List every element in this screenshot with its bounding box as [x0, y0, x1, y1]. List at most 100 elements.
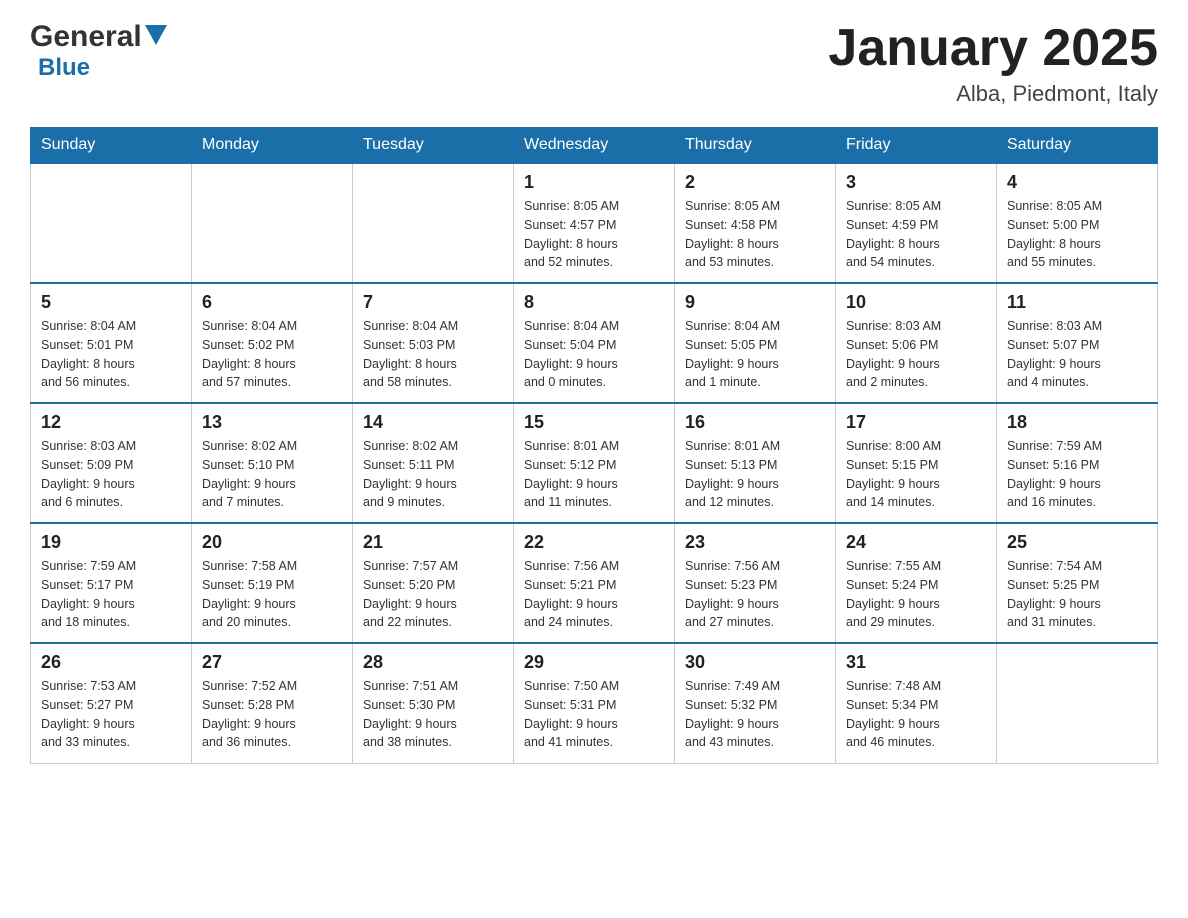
day-number: 11 [1007, 292, 1147, 313]
header-wednesday: Wednesday [514, 128, 675, 164]
day-info: Sunrise: 8:05 AM Sunset: 4:59 PM Dayligh… [846, 197, 986, 272]
day-info: Sunrise: 7:58 AM Sunset: 5:19 PM Dayligh… [202, 557, 342, 632]
day-info: Sunrise: 7:59 AM Sunset: 5:16 PM Dayligh… [1007, 437, 1147, 512]
day-info: Sunrise: 8:00 AM Sunset: 5:15 PM Dayligh… [846, 437, 986, 512]
day-info: Sunrise: 8:04 AM Sunset: 5:05 PM Dayligh… [685, 317, 825, 392]
calendar-cell: 4 Sunrise: 8:05 AM Sunset: 5:00 PM Daylig… [997, 163, 1158, 283]
calendar-cell [192, 163, 353, 283]
calendar-cell: 7Sunrise: 8:04 AM Sunset: 5:03 PM Daylig… [353, 283, 514, 403]
day-number: 26 [41, 652, 181, 673]
header-sunday: Sunday [31, 128, 192, 164]
day-number: 17 [846, 412, 986, 433]
day-number: 7 [363, 292, 503, 313]
calendar-subtitle: Alba, Piedmont, Italy [828, 81, 1158, 107]
calendar-cell: 13Sunrise: 8:02 AM Sunset: 5:10 PM Dayli… [192, 403, 353, 523]
day-number: 15 [524, 412, 664, 433]
day-number: 4 [1007, 172, 1147, 193]
calendar-week-row: 5 Sunrise: 8:04 AM Sunset: 5:01 PM Daylig… [31, 283, 1158, 403]
header-tuesday: Tuesday [353, 128, 514, 164]
calendar-cell: 2 Sunrise: 8:05 AM Sunset: 4:58 PM Daylig… [675, 163, 836, 283]
calendar-cell: 27 Sunrise: 7:52 AM Sunset: 5:28 PM Dayli… [192, 643, 353, 763]
day-number: 29 [524, 652, 664, 673]
calendar-cell [353, 163, 514, 283]
day-number: 24 [846, 532, 986, 553]
calendar-cell [31, 163, 192, 283]
day-info: Sunrise: 7:53 AM Sunset: 5:27 PM Dayligh… [41, 677, 181, 752]
day-info: Sunrise: 8:03 AM Sunset: 5:06 PM Dayligh… [846, 317, 986, 392]
day-number: 10 [846, 292, 986, 313]
calendar-cell: 15 Sunrise: 8:01 AM Sunset: 5:12 PM Dayli… [514, 403, 675, 523]
day-info: Sunrise: 8:01 AM Sunset: 5:13 PM Dayligh… [685, 437, 825, 512]
calendar-week-row: 19Sunrise: 7:59 AM Sunset: 5:17 PM Dayli… [31, 523, 1158, 643]
calendar-cell: 6 Sunrise: 8:04 AM Sunset: 5:02 PM Daylig… [192, 283, 353, 403]
day-info: Sunrise: 7:57 AM Sunset: 5:20 PM Dayligh… [363, 557, 503, 632]
day-info: Sunrise: 7:48 AM Sunset: 5:34 PM Dayligh… [846, 677, 986, 752]
calendar-cell: 21Sunrise: 7:57 AM Sunset: 5:20 PM Dayli… [353, 523, 514, 643]
day-number: 9 [685, 292, 825, 313]
day-number: 3 [846, 172, 986, 193]
calendar-cell: 26 Sunrise: 7:53 AM Sunset: 5:27 PM Dayli… [31, 643, 192, 763]
header-friday: Friday [836, 128, 997, 164]
logo-general-text: General [30, 20, 142, 54]
calendar-week-row: 26 Sunrise: 7:53 AM Sunset: 5:27 PM Dayli… [31, 643, 1158, 763]
day-number: 16 [685, 412, 825, 433]
page-header: General Blue January 2025 Alba, Piedmont… [30, 20, 1158, 107]
day-info: Sunrise: 8:05 AM Sunset: 4:58 PM Dayligh… [685, 197, 825, 272]
calendar-week-row: 1Sunrise: 8:05 AM Sunset: 4:57 PM Daylig… [31, 163, 1158, 283]
day-number: 23 [685, 532, 825, 553]
day-info: Sunrise: 8:02 AM Sunset: 5:11 PM Dayligh… [363, 437, 503, 512]
day-number: 27 [202, 652, 342, 673]
day-number: 12 [41, 412, 181, 433]
day-info: Sunrise: 7:54 AM Sunset: 5:25 PM Dayligh… [1007, 557, 1147, 632]
calendar-cell: 1Sunrise: 8:05 AM Sunset: 4:57 PM Daylig… [514, 163, 675, 283]
calendar-cell: 5 Sunrise: 8:04 AM Sunset: 5:01 PM Daylig… [31, 283, 192, 403]
day-number: 14 [363, 412, 503, 433]
day-info: Sunrise: 8:04 AM Sunset: 5:04 PM Dayligh… [524, 317, 664, 392]
header-thursday: Thursday [675, 128, 836, 164]
calendar-cell: 22Sunrise: 7:56 AM Sunset: 5:21 PM Dayli… [514, 523, 675, 643]
day-info: Sunrise: 7:51 AM Sunset: 5:30 PM Dayligh… [363, 677, 503, 752]
calendar-cell: 30Sunrise: 7:49 AM Sunset: 5:32 PM Dayli… [675, 643, 836, 763]
calendar-cell: 9 Sunrise: 8:04 AM Sunset: 5:05 PM Daylig… [675, 283, 836, 403]
day-number: 6 [202, 292, 342, 313]
calendar-cell: 12 Sunrise: 8:03 AM Sunset: 5:09 PM Dayli… [31, 403, 192, 523]
day-info: Sunrise: 7:52 AM Sunset: 5:28 PM Dayligh… [202, 677, 342, 752]
day-number: 1 [524, 172, 664, 193]
calendar-cell: 17 Sunrise: 8:00 AM Sunset: 5:15 PM Dayli… [836, 403, 997, 523]
calendar-table: Sunday Monday Tuesday Wednesday Thursday… [30, 127, 1158, 764]
calendar-cell [997, 643, 1158, 763]
calendar-cell: 18Sunrise: 7:59 AM Sunset: 5:16 PM Dayli… [997, 403, 1158, 523]
header-monday: Monday [192, 128, 353, 164]
logo: General Blue [30, 20, 167, 82]
calendar-cell: 19Sunrise: 7:59 AM Sunset: 5:17 PM Dayli… [31, 523, 192, 643]
calendar-week-row: 12 Sunrise: 8:03 AM Sunset: 5:09 PM Dayli… [31, 403, 1158, 523]
calendar-cell: 29 Sunrise: 7:50 AM Sunset: 5:31 PM Dayli… [514, 643, 675, 763]
day-info: Sunrise: 7:50 AM Sunset: 5:31 PM Dayligh… [524, 677, 664, 752]
calendar-cell: 14 Sunrise: 8:02 AM Sunset: 5:11 PM Dayli… [353, 403, 514, 523]
day-number: 31 [846, 652, 986, 673]
day-info: Sunrise: 8:03 AM Sunset: 5:07 PM Dayligh… [1007, 317, 1147, 392]
day-info: Sunrise: 7:55 AM Sunset: 5:24 PM Dayligh… [846, 557, 986, 632]
day-info: Sunrise: 8:04 AM Sunset: 5:02 PM Dayligh… [202, 317, 342, 392]
day-info: Sunrise: 8:01 AM Sunset: 5:12 PM Dayligh… [524, 437, 664, 512]
calendar-cell: 31 Sunrise: 7:48 AM Sunset: 5:34 PM Dayli… [836, 643, 997, 763]
day-info: Sunrise: 8:03 AM Sunset: 5:09 PM Dayligh… [41, 437, 181, 512]
calendar-cell: 11 Sunrise: 8:03 AM Sunset: 5:07 PM Dayli… [997, 283, 1158, 403]
calendar-cell: 25 Sunrise: 7:54 AM Sunset: 5:25 PM Dayli… [997, 523, 1158, 643]
header-saturday: Saturday [997, 128, 1158, 164]
day-number: 13 [202, 412, 342, 433]
calendar-header-row: Sunday Monday Tuesday Wednesday Thursday… [31, 128, 1158, 164]
calendar-cell: 28Sunrise: 7:51 AM Sunset: 5:30 PM Dayli… [353, 643, 514, 763]
day-number: 2 [685, 172, 825, 193]
day-info: Sunrise: 8:04 AM Sunset: 5:01 PM Dayligh… [41, 317, 181, 392]
day-info: Sunrise: 7:59 AM Sunset: 5:17 PM Dayligh… [41, 557, 181, 632]
calendar-cell: 23Sunrise: 7:56 AM Sunset: 5:23 PM Dayli… [675, 523, 836, 643]
day-number: 5 [41, 292, 181, 313]
day-number: 25 [1007, 532, 1147, 553]
calendar-title: January 2025 [828, 20, 1158, 77]
day-number: 30 [685, 652, 825, 673]
day-info: Sunrise: 8:05 AM Sunset: 5:00 PM Dayligh… [1007, 197, 1147, 272]
calendar-cell: 24 Sunrise: 7:55 AM Sunset: 5:24 PM Dayli… [836, 523, 997, 643]
calendar-cell: 16 Sunrise: 8:01 AM Sunset: 5:13 PM Dayli… [675, 403, 836, 523]
calendar-cell: 8Sunrise: 8:04 AM Sunset: 5:04 PM Daylig… [514, 283, 675, 403]
